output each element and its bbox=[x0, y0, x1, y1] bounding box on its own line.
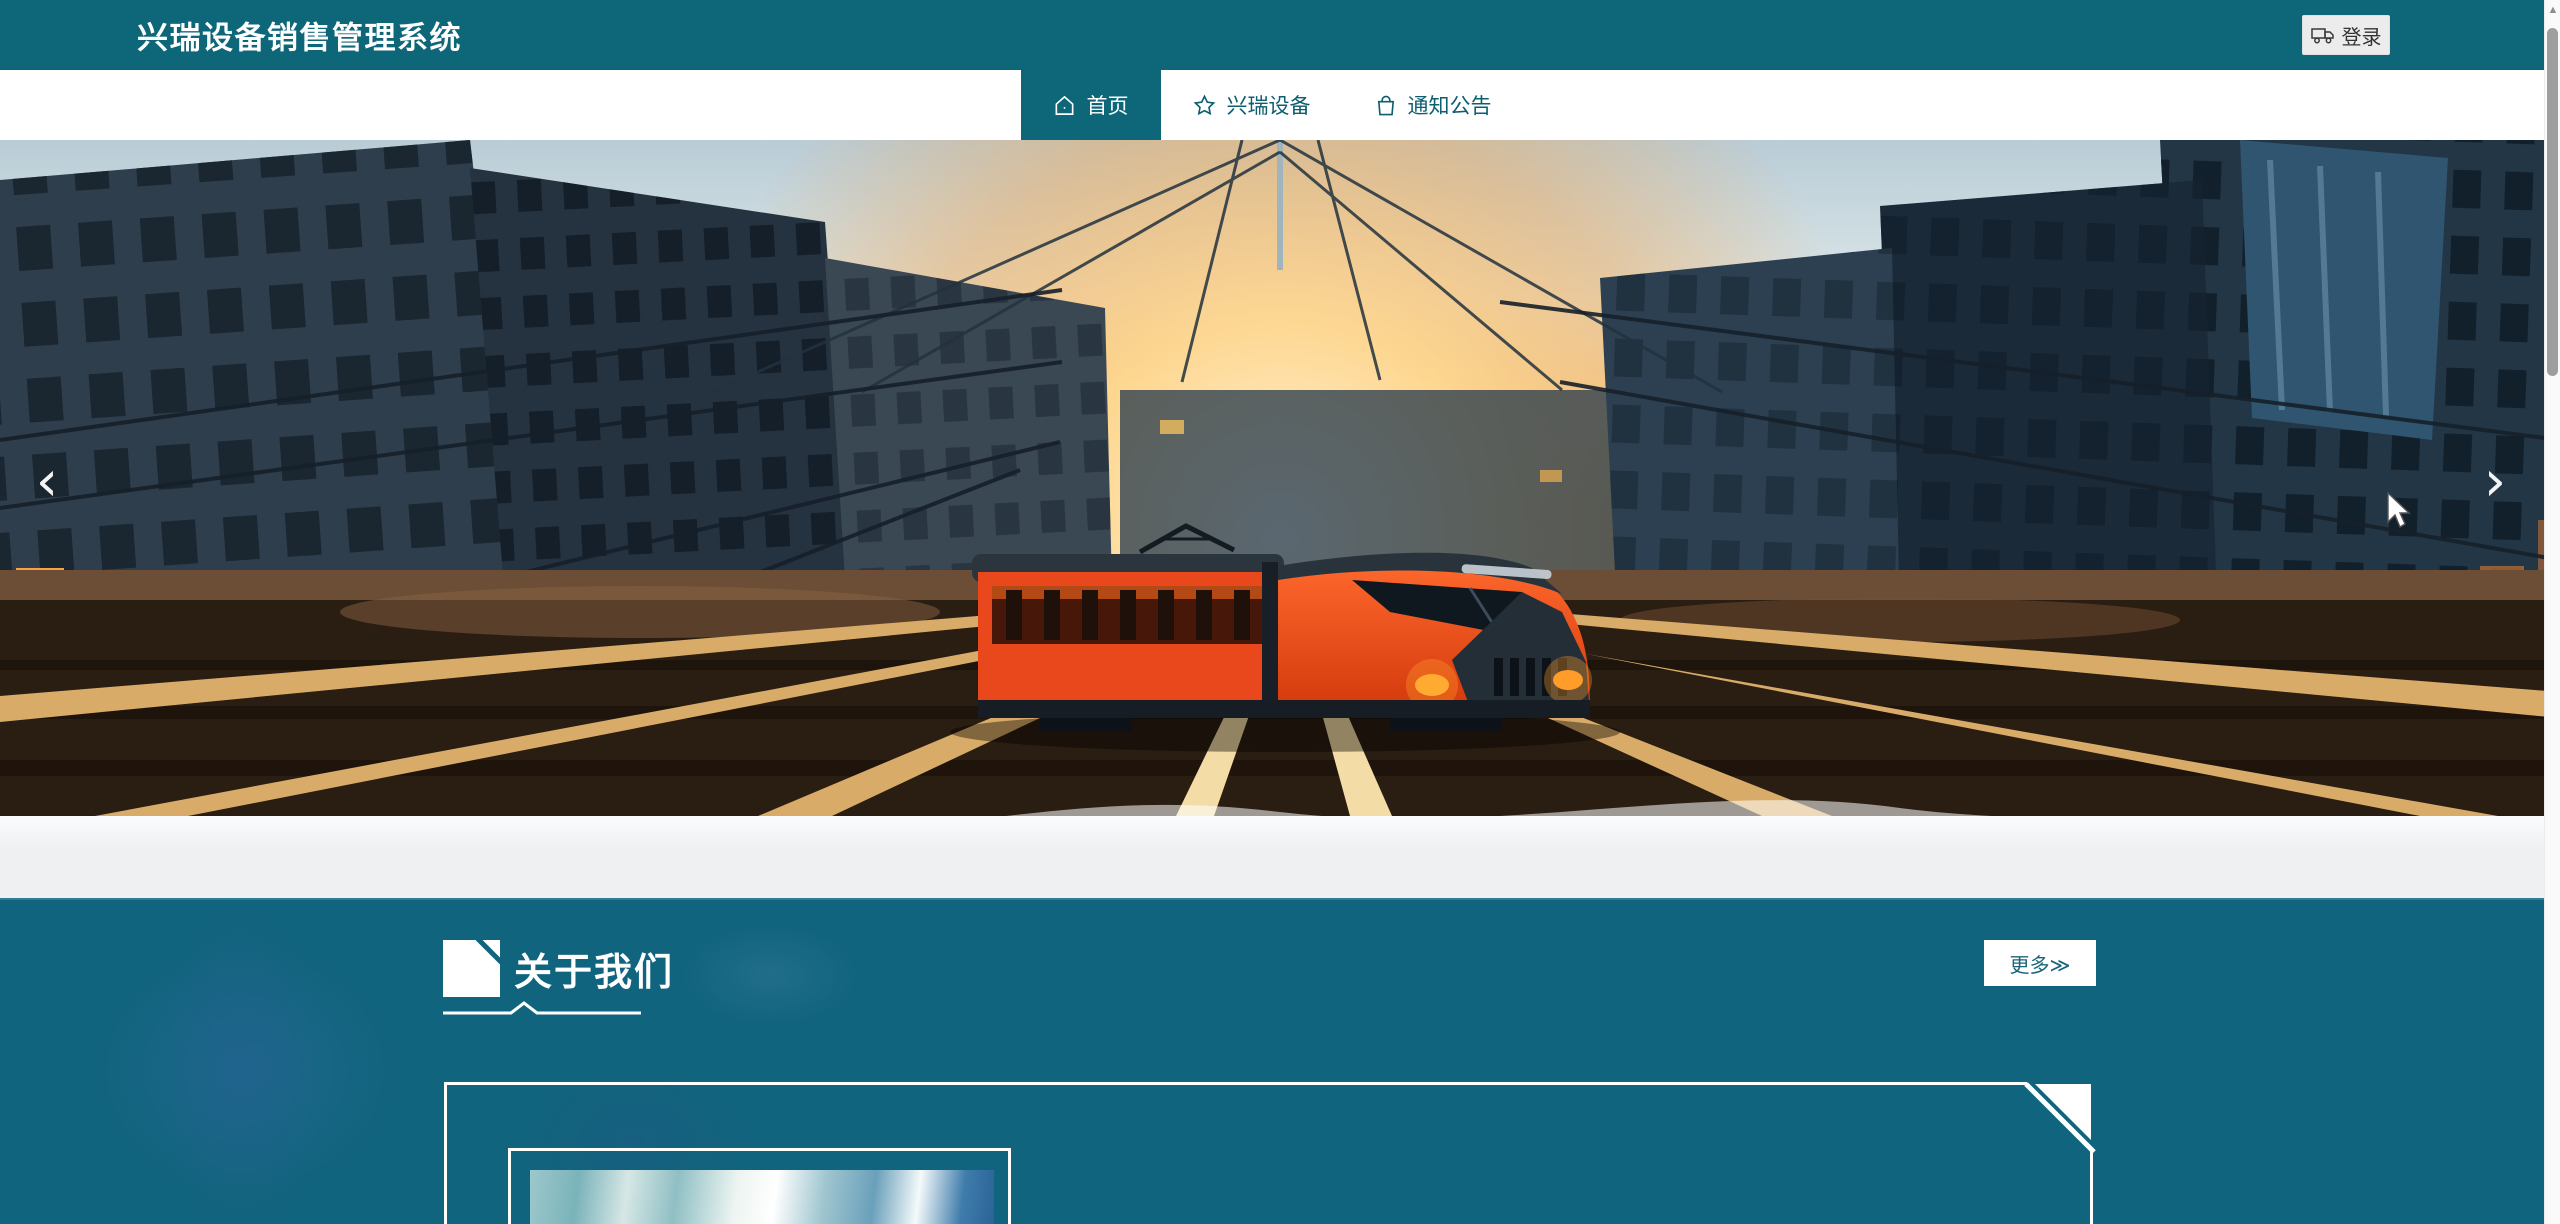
scrollbar-up-icon[interactable]: ▲ bbox=[2545, 4, 2560, 16]
page: 兴瑞设备销售管理系统 登录 首页 bbox=[0, 0, 2560, 1224]
main-nav: 首页 兴瑞设备 通知公告 bbox=[0, 70, 2544, 140]
star-icon bbox=[1193, 94, 1216, 117]
page-title: 兴瑞设备销售管理系统 bbox=[137, 13, 462, 58]
section-square-icon bbox=[443, 940, 500, 1002]
login-button[interactable]: 登录 bbox=[2302, 15, 2390, 55]
about-image-card[interactable] bbox=[508, 1148, 1011, 1224]
hero-banner-image bbox=[0, 140, 2560, 816]
tab-home[interactable]: 首页 bbox=[1021, 70, 1161, 140]
bag-icon bbox=[1375, 94, 1397, 117]
ink-texture bbox=[30, 898, 460, 1224]
title-underline bbox=[443, 1001, 641, 1021]
tab-equipment-label: 兴瑞设备 bbox=[1227, 90, 1311, 120]
corner-fold-decoration bbox=[2035, 1084, 2091, 1140]
about-image bbox=[530, 1170, 994, 1224]
about-header: 关于我们 bbox=[443, 940, 674, 1002]
scrollbar-thumb[interactable] bbox=[2547, 28, 2558, 376]
section-title: 关于我们 bbox=[514, 945, 674, 1002]
section-divider bbox=[0, 816, 2560, 898]
ink-texture bbox=[640, 900, 900, 1050]
ink-texture bbox=[130, 898, 350, 1224]
about-more-button[interactable]: 更多≫ bbox=[1984, 940, 2096, 986]
carousel-next-button[interactable]: › bbox=[2472, 450, 2518, 520]
tab-equipment[interactable]: 兴瑞设备 bbox=[1161, 70, 1343, 140]
about-section: 关于我们 更多≫ bbox=[0, 898, 2560, 1224]
scrollbar-track[interactable]: ▲ bbox=[2544, 0, 2560, 1224]
home-icon bbox=[1053, 94, 1076, 117]
login-label: 登录 bbox=[2342, 21, 2382, 50]
carousel-prev-button[interactable]: ‹ bbox=[24, 450, 70, 520]
tab-notices[interactable]: 通知公告 bbox=[1343, 70, 1524, 140]
top-header: 兴瑞设备销售管理系统 登录 bbox=[0, 0, 2544, 70]
truck-icon bbox=[2311, 25, 2335, 45]
tab-home-label: 首页 bbox=[1087, 90, 1129, 120]
hero-carousel: ‹ › bbox=[0, 140, 2560, 816]
tab-notices-label: 通知公告 bbox=[1408, 90, 1492, 120]
